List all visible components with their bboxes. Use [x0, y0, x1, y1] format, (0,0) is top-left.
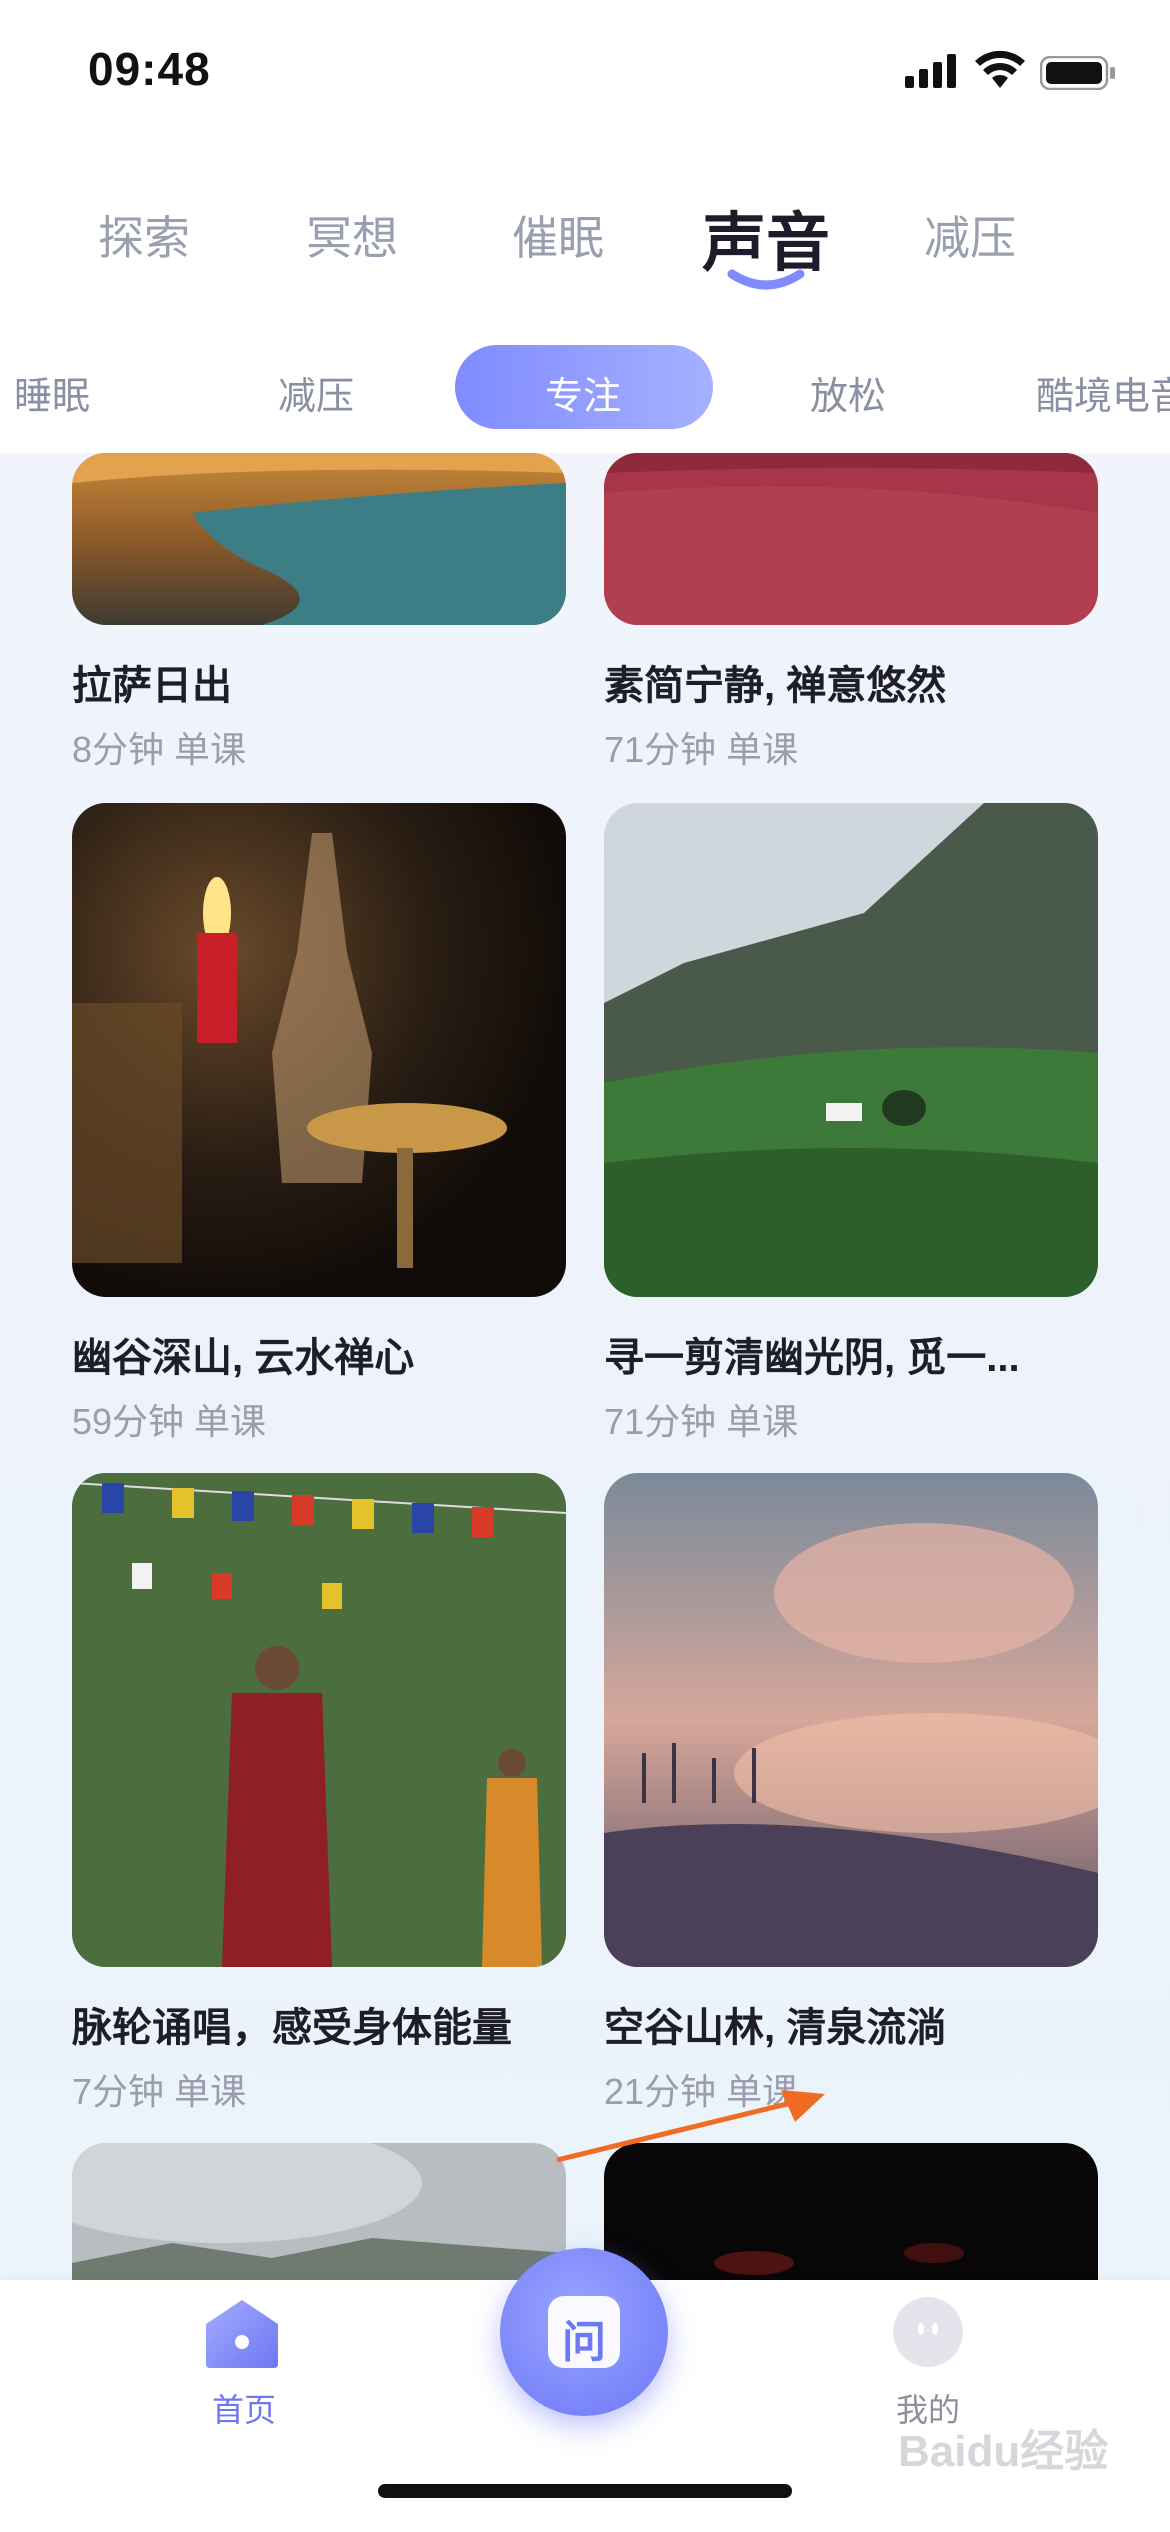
- monks-prayer-flags-photo[interactable]: [72, 1473, 566, 1967]
- home-icon[interactable]: [204, 2298, 280, 2370]
- home-indicator: [378, 2484, 792, 2498]
- category-sleep[interactable]: 睡眠: [14, 365, 90, 420]
- wifi-icon: [975, 50, 1025, 88]
- card-title[interactable]: 素简宁静, 禅意悠然: [604, 653, 946, 711]
- sound-list: 拉萨日出 8分钟 单课 素简宁静, 禅意悠然 71分钟 单课 幽谷深山, 云水禅…: [0, 453, 1170, 2280]
- ask-glyph: 问: [562, 2318, 606, 2367]
- cloudy-mountain-photo[interactable]: [72, 2143, 566, 2280]
- mountain-valley-photo[interactable]: [604, 803, 1098, 1297]
- watermark: Baidu经验: [898, 2427, 1109, 2476]
- annotation-arrow: [556, 2090, 825, 2163]
- category-bar: 睡眠 减压 专注 放松 酷境电音: [0, 335, 1170, 453]
- nav-ask-button[interactable]: 问: [500, 2248, 668, 2416]
- card-title[interactable]: 寻一剪清幽光阴, 觅一...: [604, 1325, 1020, 1383]
- card-title[interactable]: 空谷山林, 清泉流淌: [604, 1995, 946, 2053]
- card-meta: 71分钟 单课: [604, 729, 799, 770]
- category-decompress[interactable]: 减压: [278, 365, 354, 420]
- profile-icon[interactable]: [893, 2297, 963, 2367]
- battery-icon: [1040, 56, 1115, 90]
- misty-forest-photo[interactable]: [604, 1473, 1098, 1967]
- nav-home-label[interactable]: 首页: [212, 2385, 276, 2431]
- category-focus[interactable]: 专注: [545, 365, 621, 420]
- tab-hypnosis[interactable]: 催眠: [512, 202, 604, 268]
- status-time: 09:48: [88, 43, 211, 95]
- tab-meditation[interactable]: 冥想: [306, 202, 398, 268]
- card-meta: 71分钟 单课: [604, 1401, 799, 1442]
- card-meta: 59分钟 单课: [72, 1401, 267, 1442]
- red-cloth-photo[interactable]: [604, 453, 1098, 625]
- card-meta: 7分钟 单课: [72, 2071, 247, 2112]
- top-tab-bar: 探索 冥想 催眠 声音 减压: [0, 150, 1170, 335]
- cellular-signal-icon: [905, 54, 956, 88]
- candle-altar-photo[interactable]: [72, 803, 566, 1297]
- ask-icon: 问: [548, 2296, 620, 2368]
- tab-explore[interactable]: 探索: [98, 202, 190, 268]
- card-meta: 8分钟 单课: [72, 729, 247, 770]
- card-title[interactable]: 幽谷深山, 云水禅心: [72, 1325, 414, 1383]
- tab-decompress[interactable]: 减压: [924, 202, 1016, 268]
- card-title[interactable]: 拉萨日出: [72, 653, 232, 711]
- status-bar: 09:48: [0, 0, 1170, 150]
- category-relax[interactable]: 放松: [810, 365, 886, 420]
- card-title[interactable]: 脉轮诵唱，感受身体能量: [72, 1995, 512, 2053]
- category-electronic[interactable]: 酷境电音: [1036, 365, 1170, 420]
- active-tab-indicator: [727, 269, 805, 290]
- lake-sunrise-photo[interactable]: [72, 453, 566, 625]
